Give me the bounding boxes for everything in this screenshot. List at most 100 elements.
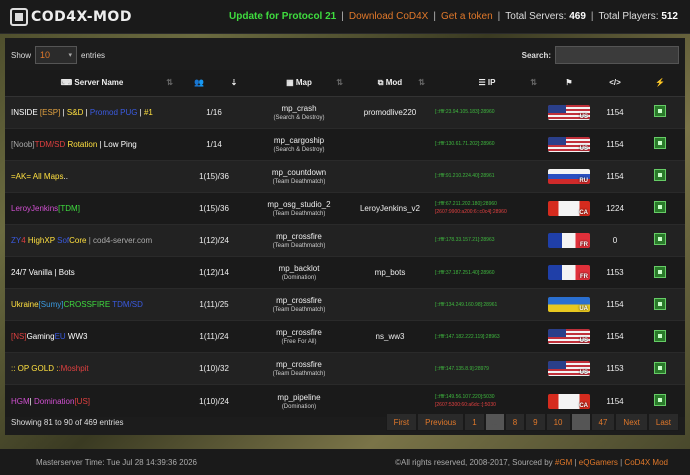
join-cell[interactable] [635,223,685,257]
join-server-icon[interactable] [654,233,666,246]
player-count: 1/14 [179,127,249,161]
server-name-part: CROSSFIRE [63,300,111,310]
search-input[interactable] [555,46,679,64]
mod-name: mp_bots [349,255,431,289]
table-row[interactable]: INSIDE [ESP] | S&D | Promod PUG | #1 1/1… [5,95,685,129]
join-server-icon[interactable] [654,394,666,407]
game-mode: (Free For All) [281,339,317,346]
country-flag: US [543,95,595,129]
map-cell: mp_crash (Search & Destroy) [249,95,349,129]
ip-v6: [2607:5300:60:a6dc::]:5030 [435,402,496,409]
join-server-icon[interactable] [654,265,666,278]
pager-10[interactable]: 10 [545,413,571,431]
server-name-part: [US] [74,396,91,406]
table-row[interactable]: Ukraine[Sumy]CROSSFIRE TDM/SD 1(11)/25 m… [5,288,685,321]
pager-previous[interactable]: Previous [417,413,465,431]
ip-cell[interactable]: [::ffff:134.249.160.98]:28961 [431,288,543,321]
join-cell[interactable] [635,191,685,225]
pager-last[interactable]: Last [647,413,679,431]
version: 1153 [595,352,635,385]
col-join[interactable]: ⚡ [635,70,685,97]
pager-8[interactable]: 8 [504,413,526,431]
table-row[interactable]: :: OP GOLD ::Moshpit 1(10)/32 mp_crossfi… [5,352,685,385]
flag-us-icon: US [548,104,590,120]
token-link[interactable]: Get a token [441,11,493,22]
entries-select[interactable]: 10 ▾ [35,46,78,64]
col-country[interactable]: ⚑ [543,70,595,97]
server-name[interactable]: :: OP GOLD ::Moshpit [5,352,179,385]
col-mod[interactable]: ⧉ Mod ⇅ [349,70,431,97]
join-server-icon[interactable] [654,329,666,342]
col-server-name[interactable]: ⌨ Server Name ⇅ [5,70,179,97]
pager-47[interactable]: 47 [590,413,616,431]
join-server-icon[interactable] [654,297,666,310]
join-cell[interactable] [635,288,685,321]
ip-cell[interactable]: [::ffff:147.135.8.9]:28979 [431,352,543,385]
ip-v4: [::ffff:23.94.105.183]:28960 [435,109,495,116]
table-row[interactable]: [Noob]TDM/SD Rotation | Low Ping 1/14 mp… [5,127,685,161]
download-link[interactable]: Download CoD4X [349,11,429,22]
join-server-icon[interactable] [654,105,666,118]
pager-1[interactable]: 1 [464,413,485,431]
server-name[interactable]: 24/7 Vanilla | Bots [5,255,179,289]
table-row[interactable]: LeroyJenkins[TDM] 1(15)/36 mp_osg_studio… [5,191,685,225]
flag-ru-icon: RU [548,168,590,184]
pager-next[interactable]: Next [615,413,648,431]
pager-9[interactable]: 9 [525,413,546,431]
ip-cell[interactable]: [::ffff:37.187.251.40]:28960 [431,255,543,289]
join-cell[interactable] [635,255,685,289]
server-name[interactable]: [Noob]TDM/SD Rotation | Low Ping [5,127,179,161]
player-count: 1(15)/36 [179,191,249,225]
join-cell[interactable] [635,159,685,193]
copyright: ©All rights reserved, 2008-2017, Sourced… [395,457,668,467]
flag-ua-icon: UA [548,297,590,313]
pager-first[interactable]: First [385,413,418,431]
server-name[interactable]: ZY4 HighXP SofCore | cod4-server.com [5,223,179,257]
table-row[interactable]: ZY4 HighXP SofCore | cod4-server.com 1(1… [5,223,685,257]
table-row[interactable]: =AK= All Maps.. 1(15)/36 mp_countdown (T… [5,159,685,193]
ip-v4: [::ffff:149.56.107.220]:5030 [435,394,495,401]
footer-link-eqgamers[interactable]: eQGamers [579,458,618,467]
ip-cell[interactable]: [::ffff:23.94.105.183]:28960 [431,95,543,129]
join-cell[interactable] [635,352,685,385]
col-ip[interactable]: ☰ IP ⇅ [431,70,543,97]
table-row[interactable]: [NS]GamingEU WW3 1(11)/24 mp_crossfire (… [5,320,685,353]
server-name[interactable]: [NS]GamingEU WW3 [5,320,179,353]
join-cell[interactable] [635,127,685,161]
total-players: Total Players: 512 [598,11,679,22]
ip-v4: [::ffff:147.182.222.119]:28963 [435,333,500,340]
server-name[interactable]: =AK= All Maps.. [5,159,179,193]
show-label: Show [11,50,32,60]
update-link[interactable]: Update for Protocol 21 [229,11,336,22]
join-cell[interactable] [635,320,685,353]
join-server-icon[interactable] [654,137,666,150]
server-name-part: Gaming [26,332,55,342]
join-cell[interactable] [635,95,685,129]
ip-cell[interactable]: [::ffff:91.210.224.40]:28961 [431,159,543,193]
footer-link-gm[interactable]: #GM [555,458,572,467]
server-list-panel: Show 10 ▾ entries Search: ⌨ Server Name ⇅… [5,38,685,435]
col-player-sort[interactable]: ⇣ [219,70,249,97]
server-name-part: Promod PUG [89,107,138,117]
join-server-icon[interactable] [654,361,666,374]
player-count: 1(15)/36 [179,159,249,193]
server-name[interactable]: LeroyJenkins[TDM] [5,191,179,225]
logo[interactable]: COD4X-MOD [10,7,132,26]
game-mode: (Team Deathmatch) [272,210,326,217]
ip-cell[interactable]: [::ffff:178.33.157.21]:28963 [431,223,543,257]
join-server-icon[interactable] [654,169,666,182]
ip-cell[interactable]: [::ffff:130.61.71.202]:28960 [431,127,543,161]
game-mode: (Team Deathmatch) [272,242,326,249]
footer-link-cod4x[interactable]: CoD4X Mod [624,458,668,467]
table-row[interactable]: 24/7 Vanilla | Bots 1(12)/14 mp_backlot … [5,255,685,289]
col-players[interactable]: 👥 [179,70,219,97]
col-map[interactable]: ▦ Map ⇅ [249,70,349,97]
ip-cell[interactable]: [::ffff:67.211.202.180]:28960 [2607:9900… [431,191,543,225]
join-server-icon[interactable] [654,201,666,214]
server-name-part: WW3 [65,332,88,342]
server-name-part: TDM/SD [110,300,143,310]
server-name[interactable]: Ukraine[Sumy]CROSSFIRE TDM/SD [5,288,179,321]
ip-cell[interactable]: [::ffff:147.182.222.119]:28963 [431,320,543,353]
server-name[interactable]: INSIDE [ESP] | S&D | Promod PUG | #1 [5,95,179,129]
col-version[interactable]: </> [595,70,635,97]
